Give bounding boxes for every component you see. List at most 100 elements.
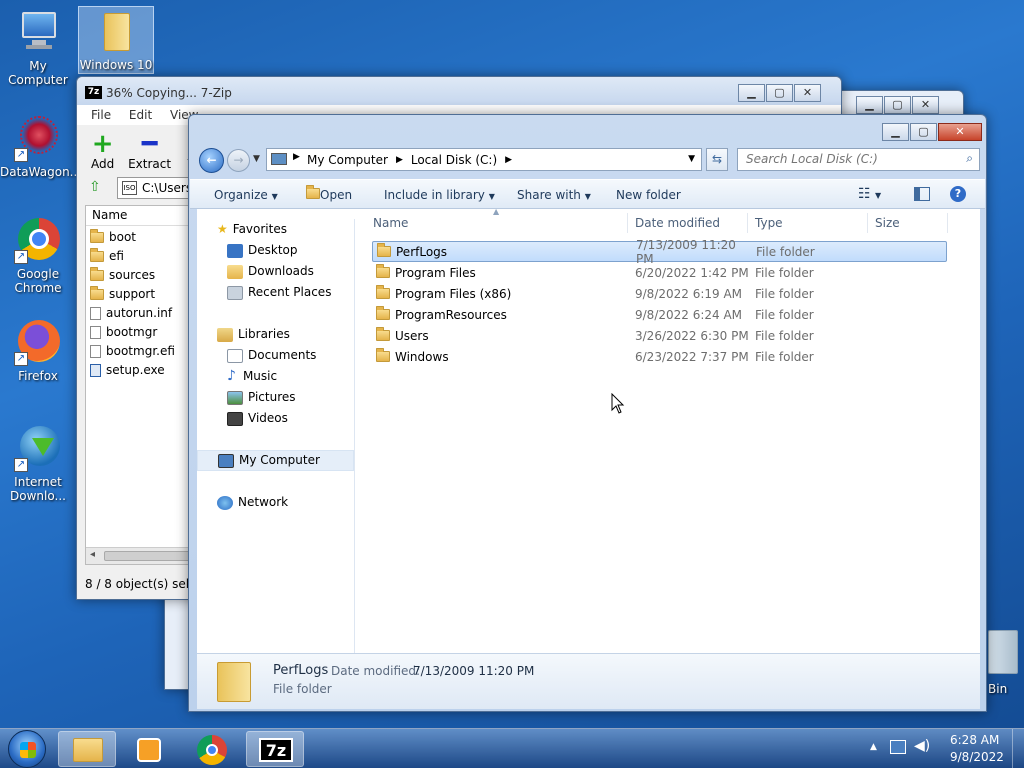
column-header-date[interactable]: Date modified [635, 216, 720, 230]
nav-recent-places[interactable]: Recent Places [197, 282, 354, 303]
folder-icon [90, 286, 104, 300]
include-in-library-button[interactable]: Include in library ▼ [384, 188, 495, 202]
desktop-icon-label: Firefox [18, 369, 58, 383]
libraries-icon [217, 327, 233, 342]
up-folder-icon[interactable]: ⇧ [89, 179, 101, 195]
maximize-button[interactable]: ▢ [766, 84, 793, 102]
list-item[interactable]: efi [86, 247, 188, 266]
add-button[interactable]: + Add [91, 131, 114, 171]
address-dropdown-icon[interactable]: ▼ [688, 154, 695, 164]
maximize-button[interactable]: ▢ [884, 96, 911, 114]
desktop-icon-windows-10[interactable]: Windows 10 [78, 6, 154, 74]
share-with-button[interactable]: Share with ▼ [517, 188, 591, 202]
list-item[interactable]: setup.exe [86, 361, 188, 380]
organize-button[interactable]: Organize ▼ [214, 188, 278, 202]
column-header-type[interactable]: Type [755, 216, 783, 230]
desktop-icon-datawagon[interactable]: ↗ DataWagon... [0, 114, 81, 179]
breadcrumb-local-disk[interactable]: Local Disk (C:) [411, 153, 497, 170]
horizontal-scrollbar[interactable]: ◂ [86, 547, 188, 564]
list-item[interactable]: boot [86, 228, 188, 247]
drive-icon: ISO [122, 181, 137, 195]
taskbar-media-player-button[interactable] [120, 731, 178, 767]
table-row[interactable]: Program Files (x86) 9/8/2022 6:19 AM File … [372, 283, 947, 304]
volume-icon[interactable]: ◀) [914, 738, 930, 754]
table-row[interactable]: Program Files 6/20/2022 1:42 PM File folde… [372, 262, 947, 283]
menu-file[interactable]: File [91, 108, 111, 122]
menu-edit[interactable]: Edit [129, 108, 152, 122]
list-item[interactable]: bootmgr.efi [86, 342, 188, 361]
table-row[interactable]: Users 3/26/2022 6:30 PM File folder [372, 325, 947, 346]
path-field[interactable]: ISO C:\Users\ [117, 177, 197, 199]
show-desktop-button[interactable] [1012, 729, 1024, 768]
extract-button[interactable]: ━ Extract [128, 131, 171, 171]
list-item[interactable]: sources [86, 266, 188, 285]
column-header-size[interactable]: Size [875, 216, 900, 230]
desktop-icon-my-computer[interactable]: My Computer [0, 8, 76, 87]
list-item[interactable]: support [86, 285, 188, 304]
desktop-icon-label: DataWagon... [0, 165, 82, 179]
table-row[interactable]: PerfLogs 7/13/2009 11:20 PM File folder [372, 238, 947, 266]
search-box[interactable]: ⌕ [737, 148, 980, 171]
back-button[interactable]: ← [199, 148, 224, 173]
address-bar[interactable]: ▶ My Computer ▶ Local Disk (C:) ▶ ▼ [266, 148, 702, 171]
details-name: PerfLogs [273, 663, 329, 678]
help-icon[interactable]: ? [950, 186, 966, 202]
forward-button[interactable]: → [227, 149, 250, 172]
taskbar-explorer-button[interactable] [58, 731, 116, 767]
show-hidden-icons[interactable]: ▲ [870, 742, 877, 752]
open-button[interactable]: Open [306, 185, 352, 202]
search-icon: ⌕ [966, 151, 973, 165]
desktop-icon-firefox[interactable]: ↗ Firefox [0, 318, 76, 383]
minimize-button[interactable]: ▁ [738, 84, 765, 102]
nav-documents[interactable]: Documents [197, 345, 354, 366]
sevenzip-logo-icon: 7z [85, 86, 102, 99]
dropdown-arrow-icon: ▼ [271, 192, 278, 201]
refresh-button[interactable]: ⇆ [706, 148, 728, 171]
preview-pane-icon[interactable] [914, 187, 930, 201]
taskbar-chrome-button[interactable] [182, 731, 240, 767]
nav-favorites[interactable]: ★ Favorites [197, 219, 354, 240]
downloads-icon [227, 264, 243, 279]
desktop-icon-recycle-bin[interactable]: Bin [986, 630, 1024, 700]
desktop-icon-label: My Computer [8, 59, 68, 87]
maximize-button[interactable]: ▢ [910, 123, 937, 141]
folder-open-icon [306, 185, 320, 199]
view-options-icon[interactable]: ☷ ▼ [858, 186, 881, 202]
taskbar-7zip-button[interactable]: 7z [246, 731, 304, 767]
clock-date[interactable]: 9/8/2022 [950, 750, 1004, 764]
network-tray-icon[interactable] [890, 740, 906, 754]
nav-music[interactable]: ♪ Music [197, 366, 354, 387]
scroll-left-icon[interactable]: ◂ [90, 549, 95, 560]
column-header-name[interactable]: Name [86, 206, 188, 226]
nav-my-computer[interactable]: My Computer [197, 450, 354, 471]
history-dropdown-icon[interactable]: ▼ [253, 154, 260, 164]
list-item[interactable]: autorun.inf [86, 304, 188, 323]
close-button[interactable]: ✕ [794, 84, 821, 102]
desktop-icon-internet-download-manager[interactable]: ↗ Internet Downlo... [0, 424, 76, 503]
nav-desktop[interactable]: Desktop [197, 240, 354, 261]
nav-pictures[interactable]: Pictures [197, 387, 354, 408]
file-list: Name boot efi sources support autorun.in… [85, 205, 189, 565]
column-header-name[interactable]: Name [373, 216, 408, 230]
table-row[interactable]: ProgramResources 9/8/2022 6:24 AM File fol… [372, 304, 947, 325]
new-folder-button[interactable]: New folder [616, 188, 681, 202]
nav-videos[interactable]: Videos [197, 408, 354, 429]
desktop-icon-google-chrome[interactable]: ↗ Google Chrome [0, 216, 76, 295]
nav-network[interactable]: Network [197, 492, 354, 513]
table-row[interactable]: Windows 6/23/2022 7:37 PM File folder [372, 346, 947, 367]
nav-libraries[interactable]: Libraries [197, 324, 354, 345]
nav-downloads[interactable]: Downloads [197, 261, 354, 282]
close-button[interactable]: ✕ [912, 96, 939, 114]
search-input[interactable] [738, 149, 948, 169]
folder-icon [217, 662, 251, 702]
clock-time[interactable]: 6:28 AM [950, 733, 999, 747]
close-button[interactable]: ✕ [938, 123, 982, 141]
details-date-label: Date modified: [331, 664, 421, 678]
list-item[interactable]: bootmgr [86, 323, 188, 342]
minimize-button[interactable]: ▁ [856, 96, 883, 114]
breadcrumb-my-computer[interactable]: My Computer [307, 153, 388, 170]
explorer-window[interactable]: ▁ ▢ ✕ ← → ▼ ▶ My Computer ▶ Local Disk (… [188, 114, 987, 712]
start-button[interactable] [8, 730, 46, 768]
desktop-icon-label: Windows 10 [79, 58, 153, 72]
minimize-button[interactable]: ▁ [882, 123, 909, 141]
